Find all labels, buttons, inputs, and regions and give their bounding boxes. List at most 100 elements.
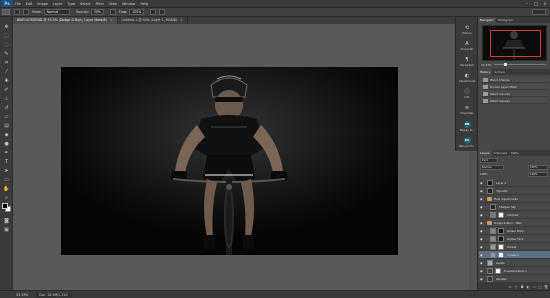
- pressure-size-icon[interactable]: [159, 9, 166, 15]
- menu-select[interactable]: Select: [80, 2, 90, 6]
- layer-mask-thumbnail[interactable]: [498, 244, 504, 250]
- panel-adjustments-button[interactable]: ◐ Adjustments: [458, 73, 476, 87]
- layer-fill-field[interactable]: 100%: [528, 172, 548, 177]
- layer-row[interactable]: ◉ Sharpen Sky: [479, 203, 550, 211]
- layer-mask-thumbnail[interactable]: [495, 268, 501, 274]
- layer-row[interactable]: ◉ Curves: [479, 243, 550, 251]
- menu-window[interactable]: Window: [122, 2, 135, 6]
- eye-icon[interactable]: ◉: [480, 245, 484, 249]
- menu-filter[interactable]: Filter: [96, 2, 104, 6]
- new-layer-icon[interactable]: □: [538, 285, 542, 289]
- layer-mask-thumbnail[interactable]: [498, 212, 504, 218]
- layer-row[interactable]: ◉ Sandals: [479, 275, 550, 283]
- layer-row[interactable]: ◉ Layer 1: [479, 179, 550, 187]
- link-layers-icon[interactable]: ∞: [508, 285, 512, 289]
- document-image[interactable]: [61, 67, 398, 255]
- eye-icon[interactable]: ◉: [480, 253, 484, 257]
- mode-select[interactable]: Normal: [43, 9, 70, 15]
- close-icon[interactable]: ×: [542, 1, 548, 6]
- panel-history-button[interactable]: ⟲ History: [458, 25, 476, 39]
- eye-icon[interactable]: ◉: [480, 189, 484, 193]
- layer-row[interactable]: ◉ Darker Body: [479, 227, 550, 235]
- panel-beauty-retouch-button[interactable]: BR Beauty R...: [458, 121, 476, 135]
- layer-row[interactable]: ◉ Levels: [479, 259, 550, 267]
- eye-icon[interactable]: ◉: [480, 221, 484, 225]
- panel-info-button[interactable]: ⓘ Info: [458, 89, 476, 103]
- zoom-tool-icon[interactable]: ⌕: [2, 194, 11, 202]
- tab-actions[interactable]: Actions: [492, 69, 507, 75]
- maximize-icon[interactable]: □: [533, 1, 539, 6]
- navigator-zoom-slider[interactable]: [494, 63, 546, 66]
- status-zoom[interactable]: 33.33%: [16, 293, 28, 297]
- eye-icon[interactable]: ◉: [480, 269, 484, 273]
- blur-tool-icon[interactable]: ◆: [2, 131, 11, 139]
- menu-edit[interactable]: Edit: [26, 2, 33, 6]
- brush-size-icon[interactable]: [14, 9, 20, 15]
- history-item[interactable]: Select Canvas: [481, 98, 548, 104]
- layer-row[interactable]: ◉ Contrast: [479, 211, 550, 219]
- history-item[interactable]: Double Layer Mask: [481, 84, 548, 90]
- eye-icon[interactable]: ◉: [480, 229, 484, 233]
- hand-tool-icon[interactable]: ✋: [2, 185, 11, 193]
- eye-icon[interactable]: ◉: [480, 237, 484, 241]
- tab-history[interactable]: History: [478, 69, 493, 75]
- gradient-tool-icon[interactable]: ▤: [2, 122, 11, 130]
- layer-group-row[interactable]: ◉ Final Adjustments: [479, 195, 550, 203]
- close-tab-icon[interactable]: ×: [110, 18, 113, 22]
- airbrush-icon[interactable]: [150, 9, 157, 15]
- history-item[interactable]: Select Canvas: [481, 91, 548, 97]
- layer-opacity-field[interactable]: 100%: [528, 165, 548, 170]
- layer-mask-thumbnail[interactable]: [498, 252, 504, 258]
- add-mask-icon[interactable]: ◘: [520, 285, 524, 289]
- menu-layer[interactable]: Layer: [53, 2, 62, 6]
- document-tab[interactable]: Untitled-1 @ 50% (Layer 1, RGB/8) ×: [118, 17, 188, 24]
- history-item[interactable]: Blend Change: [481, 77, 548, 83]
- blend-mode-select[interactable]: Normal: [480, 165, 504, 170]
- eye-icon[interactable]: ◉: [480, 213, 484, 217]
- quick-mask-icon[interactable]: ◙: [2, 217, 11, 225]
- menu-view[interactable]: View: [109, 2, 117, 6]
- layer-mask-thumbnail[interactable]: [498, 228, 504, 234]
- layer-mask-thumbnail[interactable]: [498, 236, 504, 242]
- shape-tool-icon[interactable]: ▭: [2, 176, 11, 184]
- eraser-tool-icon[interactable]: ▱: [2, 113, 11, 121]
- close-tab-icon[interactable]: ×: [180, 18, 183, 22]
- type-tool-icon[interactable]: T: [2, 158, 11, 166]
- tab-histogram[interactable]: Histogram: [496, 17, 515, 23]
- layer-row[interactable]: ◉ Hue/Saturation 1: [479, 267, 550, 275]
- menu-help[interactable]: Help: [140, 2, 148, 6]
- canvas-area[interactable]: [13, 24, 469, 290]
- new-group-icon[interactable]: ▭: [532, 285, 536, 289]
- layer-style-icon[interactable]: ƒ: [514, 285, 518, 289]
- lasso-tool-icon[interactable]: ◌: [2, 41, 11, 49]
- new-adjustment-icon[interactable]: ◐: [526, 285, 530, 289]
- flow-field[interactable]: 100%: [129, 9, 145, 15]
- eye-icon[interactable]: ◉: [480, 181, 484, 185]
- navigator-zoom[interactable]: 33.33%: [481, 63, 492, 67]
- delete-layer-icon[interactable]: 🗑: [544, 285, 548, 289]
- document-tab[interactable]: BIKEOUTDEEND @ 33.3% (Dodge & Burn, Laye…: [13, 17, 118, 24]
- tab-navigator[interactable]: Navigator: [478, 17, 497, 23]
- path-select-tool-icon[interactable]: ➤: [2, 167, 11, 175]
- move-tool-icon[interactable]: ✥: [2, 23, 11, 31]
- screen-mode-icon[interactable]: ▣: [2, 226, 11, 234]
- tab-paths[interactable]: Paths: [509, 150, 521, 156]
- panel-character-button[interactable]: A Character: [458, 41, 476, 55]
- brush-tool-icon[interactable]: ✐: [2, 86, 11, 94]
- brush-preset-picker[interactable]: [2, 9, 10, 15]
- navigator-thumbnail[interactable]: [482, 25, 547, 61]
- brush-panel-icon[interactable]: [23, 9, 29, 15]
- layer-group-row[interactable]: ◉ Dodge & Burn - Main: [479, 219, 550, 227]
- layer-row[interactable]: ◉ Lighter Face: [479, 235, 550, 243]
- navigator-view-frame[interactable]: [490, 30, 541, 57]
- layer-row[interactable]: ◉ Vignette: [479, 187, 550, 195]
- dodge-tool-icon[interactable]: ●: [2, 140, 11, 148]
- eye-icon[interactable]: ◉: [480, 205, 484, 209]
- menu-type[interactable]: Type: [67, 2, 75, 6]
- minimize-icon[interactable]: –: [524, 1, 530, 6]
- layer-row-selected[interactable]: ◉ Curves 1: [479, 251, 550, 259]
- slider-knob[interactable]: [504, 63, 507, 66]
- layer-kind-filter[interactable]: Kind: [480, 158, 498, 163]
- pen-tool-icon[interactable]: ✒: [2, 149, 11, 157]
- healing-brush-tool-icon[interactable]: ✚: [2, 77, 11, 85]
